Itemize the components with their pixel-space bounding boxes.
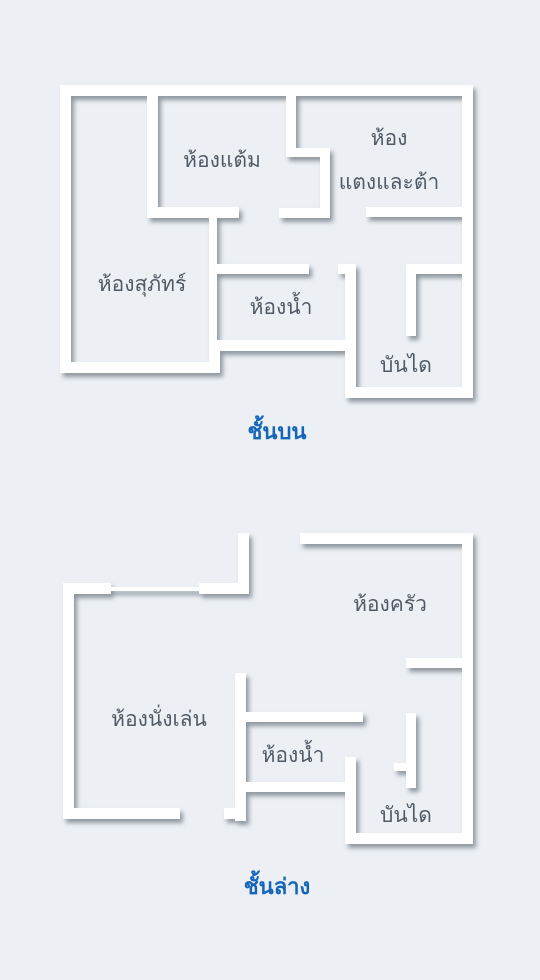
lower-bathroom-label: ห้องน้ำ bbox=[262, 740, 325, 767]
lower-living-room-label: ห้องนั่งเล่น bbox=[111, 704, 207, 731]
upper-makeup-left-wall bbox=[147, 85, 158, 218]
upper-private-right-wall bbox=[209, 215, 217, 345]
upper-outer-wall-top bbox=[60, 85, 473, 96]
lower-stair-left-wall bbox=[345, 757, 356, 844]
upper-outer-wall-bottom-right bbox=[345, 387, 473, 398]
upper-outer-wall-right bbox=[462, 85, 473, 398]
upper-dressing-room-label-line1: ห้อง bbox=[371, 126, 408, 150]
floor-plan-diagram: ห้องแต้ม ห้อง แตงและต้า ห้องสุภัทร์ ห้อง… bbox=[60, 85, 473, 900]
lower-outer-wall-top-left bbox=[63, 583, 111, 594]
lower-window-sill bbox=[111, 587, 201, 591]
upper-bathroom-top-wall bbox=[209, 264, 309, 274]
upper-outer-wall-left bbox=[60, 85, 71, 373]
upper-makeup-bottom-wall bbox=[147, 207, 239, 218]
lower-bathroom-left-wall bbox=[235, 673, 246, 821]
lower-kitchen-top-wall bbox=[300, 533, 473, 544]
upper-makeup-room-label: ห้องแต้ม bbox=[183, 148, 261, 172]
upper-stair-left-wall bbox=[345, 265, 356, 398]
lower-floor-title: ชั้นล่าง bbox=[244, 870, 311, 900]
lower-stair-center-nub bbox=[394, 763, 410, 771]
lower-bathroom-top-wall bbox=[235, 712, 363, 722]
lower-outer-wall-bottom-right bbox=[345, 833, 473, 844]
lower-outer-wall-right bbox=[462, 533, 473, 844]
upper-dressing-bottom-wall bbox=[366, 207, 473, 217]
upper-stair-head-wall bbox=[406, 264, 473, 274]
lower-bathroom-bottom-wall bbox=[235, 782, 356, 792]
upper-bathroom-bottom-wall bbox=[209, 340, 356, 351]
lower-outer-wall-left bbox=[63, 583, 74, 819]
upper-stair-top-nub bbox=[338, 264, 356, 274]
upper-private-room-label: ห้องสุภัทร์ bbox=[98, 272, 187, 297]
upper-stair-center-wall bbox=[406, 264, 416, 336]
lower-outer-wall-bottom-left bbox=[63, 808, 180, 819]
lower-kitchen-label: ห้องครัว bbox=[353, 592, 427, 616]
upper-stairs-label: บันได bbox=[380, 353, 432, 377]
upper-dressing-left-base bbox=[279, 208, 330, 218]
lower-floor-walls bbox=[63, 533, 473, 844]
lower-stair-center-wall bbox=[406, 713, 416, 788]
lower-entry-column bbox=[238, 533, 249, 594]
upper-floor-walls bbox=[60, 85, 473, 398]
upper-floor-title: ชั้นบน bbox=[248, 415, 307, 445]
upper-outer-wall-bottom-left bbox=[60, 362, 220, 373]
floor-plan-canvas: ห้องแต้ม ห้อง แตงและต้า ห้องสุภัทร์ ห้อง… bbox=[0, 0, 540, 980]
upper-bathroom-label: ห้องน้ำ bbox=[250, 292, 313, 319]
upper-dressing-left-wall bbox=[320, 148, 330, 218]
upper-dressing-room-label-line2: แตงและต้า bbox=[339, 170, 440, 194]
lower-bathroom-foot bbox=[224, 808, 246, 819]
lower-stairs-label: บันได bbox=[380, 803, 432, 827]
lower-kitchen-bottom-wall bbox=[406, 658, 473, 668]
upper-makeup-right-wall bbox=[286, 85, 296, 155]
